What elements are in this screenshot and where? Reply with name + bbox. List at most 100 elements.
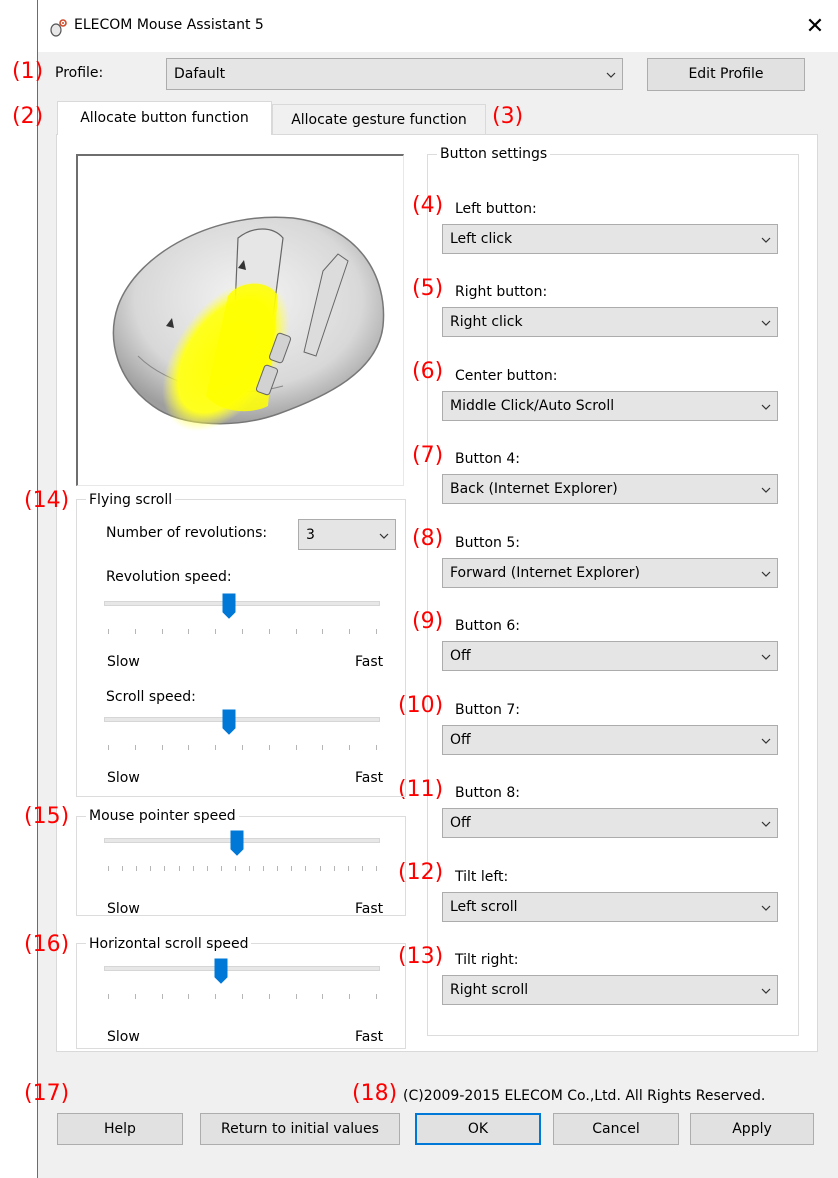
button-6-select[interactable]: Off: [442, 641, 778, 671]
button-7-select-value: Off: [450, 732, 471, 748]
slider-tick: [295, 745, 297, 750]
left-button-label: Left button:: [455, 201, 537, 217]
slider-tick: [295, 994, 297, 999]
chevron-down-icon: [761, 320, 771, 326]
chevron-down-icon: [761, 654, 771, 660]
return-to-initial-values-button[interactable]: Return to initial values: [200, 1113, 400, 1145]
chevron-down-icon: [761, 237, 771, 243]
slider-thumb[interactable]: [230, 830, 244, 856]
slider-tick: [164, 866, 166, 871]
scroll-speed-slider[interactable]: [104, 709, 380, 757]
slider-track[interactable]: [104, 717, 380, 722]
button-4-select[interactable]: Back (Internet Explorer): [442, 474, 778, 504]
slider-thumb[interactable]: [214, 958, 228, 984]
slider-tick: [134, 994, 136, 999]
flying-scroll-title: Flying scroll: [86, 493, 176, 507]
slider-tick: [161, 994, 163, 999]
app-window: ELECOM Mouse Assistant 5 ✕ (1) Profile: …: [0, 0, 838, 1178]
chevron-down-icon: [606, 72, 616, 78]
pointer-speed-slider[interactable]: [104, 830, 380, 878]
horizontal-scroll-title: Horizontal scroll speed: [86, 937, 252, 951]
slider-tick: [242, 745, 243, 750]
slider-tick: [161, 745, 163, 750]
slider-tick: [206, 866, 208, 871]
slider-track[interactable]: [104, 601, 380, 606]
revolution-speed-label: Revolution speed:: [106, 569, 232, 585]
slider-tick: [234, 866, 236, 871]
app-mouse-icon: [50, 19, 67, 37]
horizontal-scroll-slider[interactable]: [104, 958, 380, 1006]
tilt-right-select[interactable]: Right scroll: [442, 975, 778, 1005]
left-button-select[interactable]: Left click: [442, 224, 778, 254]
callout-3: (3): [492, 104, 524, 129]
revolutions-select-value: 3: [306, 527, 315, 543]
tilt-left-select-value: Left scroll: [450, 899, 518, 915]
mouse-illustration-image: [112, 216, 385, 432]
slider-tick: [215, 994, 217, 999]
callout-15: (15): [24, 804, 70, 829]
tilt-left-label: Tilt left:: [455, 869, 509, 885]
slider-tick: [376, 745, 377, 750]
mouse-image-frame: [76, 154, 404, 486]
profile-select[interactable]: Dafault: [166, 58, 623, 90]
slider-tick: [215, 629, 217, 634]
callout-8: (8): [412, 526, 444, 551]
tab-allocate-gesture-function[interactable]: Allocate gesture function: [272, 104, 486, 135]
slider-tick: [319, 866, 321, 871]
slider-tick: [322, 745, 324, 750]
slider-tick: [242, 629, 243, 634]
slider-tick: [349, 745, 351, 750]
callout-7: (7): [412, 443, 444, 468]
tilt-left-select[interactable]: Left scroll: [442, 892, 778, 922]
slider-track[interactable]: [104, 966, 380, 971]
center-button-select[interactable]: Middle Click/Auto Scroll: [442, 391, 778, 421]
scroll-speed-fast-label: Fast: [355, 770, 384, 786]
slider-tick: [263, 866, 265, 871]
slider-tick: [277, 866, 279, 871]
slider-tick: [192, 866, 194, 871]
slider-tick: [376, 629, 377, 634]
help-button[interactable]: Help: [57, 1113, 183, 1145]
horizontal-scroll-fast-label: Fast: [355, 1029, 384, 1045]
close-icon[interactable]: ✕: [800, 12, 830, 42]
window-title: ELECOM Mouse Assistant 5: [74, 17, 264, 33]
cancel-button[interactable]: Cancel: [553, 1113, 679, 1145]
slider-tick: [291, 866, 293, 871]
slider-tick: [349, 994, 351, 999]
callout-4: (4): [412, 193, 444, 218]
slider-tick: [188, 629, 190, 634]
profile-select-value: Dafault: [174, 66, 226, 82]
slider-tick: [349, 629, 351, 634]
revolutions-select[interactable]: 3: [298, 519, 396, 550]
slider-tick: [108, 745, 109, 750]
apply-button[interactable]: Apply: [690, 1113, 814, 1145]
button-7-select[interactable]: Off: [442, 725, 778, 755]
slider-tick: [322, 994, 324, 999]
button-5-select[interactable]: Forward (Internet Explorer): [442, 558, 778, 588]
pointer-speed-title: Mouse pointer speed: [86, 809, 239, 823]
slider-thumb[interactable]: [222, 593, 236, 619]
slider-tick: [136, 866, 138, 871]
slider-ticks: [108, 866, 377, 872]
chevron-down-icon: [761, 487, 771, 493]
callout-18: (18): [352, 1081, 398, 1106]
slider-tick: [220, 866, 222, 871]
profile-label: Profile:: [55, 65, 104, 81]
slider-tick: [361, 866, 363, 871]
scroll-speed-slow-label: Slow: [107, 770, 140, 786]
tab-allocate-button-function[interactable]: Allocate button function: [57, 101, 272, 135]
ok-button[interactable]: OK: [415, 1113, 541, 1145]
slider-tick: [322, 629, 324, 634]
slider-tick: [268, 994, 270, 999]
edit-profile-button[interactable]: Edit Profile: [647, 58, 805, 91]
slider-tick: [347, 866, 349, 871]
revolution-speed-fast-label: Fast: [355, 654, 384, 670]
right-button-select[interactable]: Right click: [442, 307, 778, 337]
button-8-select[interactable]: Off: [442, 808, 778, 838]
button-7-label: Button 7:: [455, 702, 520, 718]
revolution-speed-slider[interactable]: [104, 593, 380, 641]
center-button-select-value: Middle Click/Auto Scroll: [450, 398, 615, 414]
slider-thumb[interactable]: [222, 709, 236, 735]
slider-tick: [134, 745, 136, 750]
button-5-select-value: Forward (Internet Explorer): [450, 565, 641, 581]
